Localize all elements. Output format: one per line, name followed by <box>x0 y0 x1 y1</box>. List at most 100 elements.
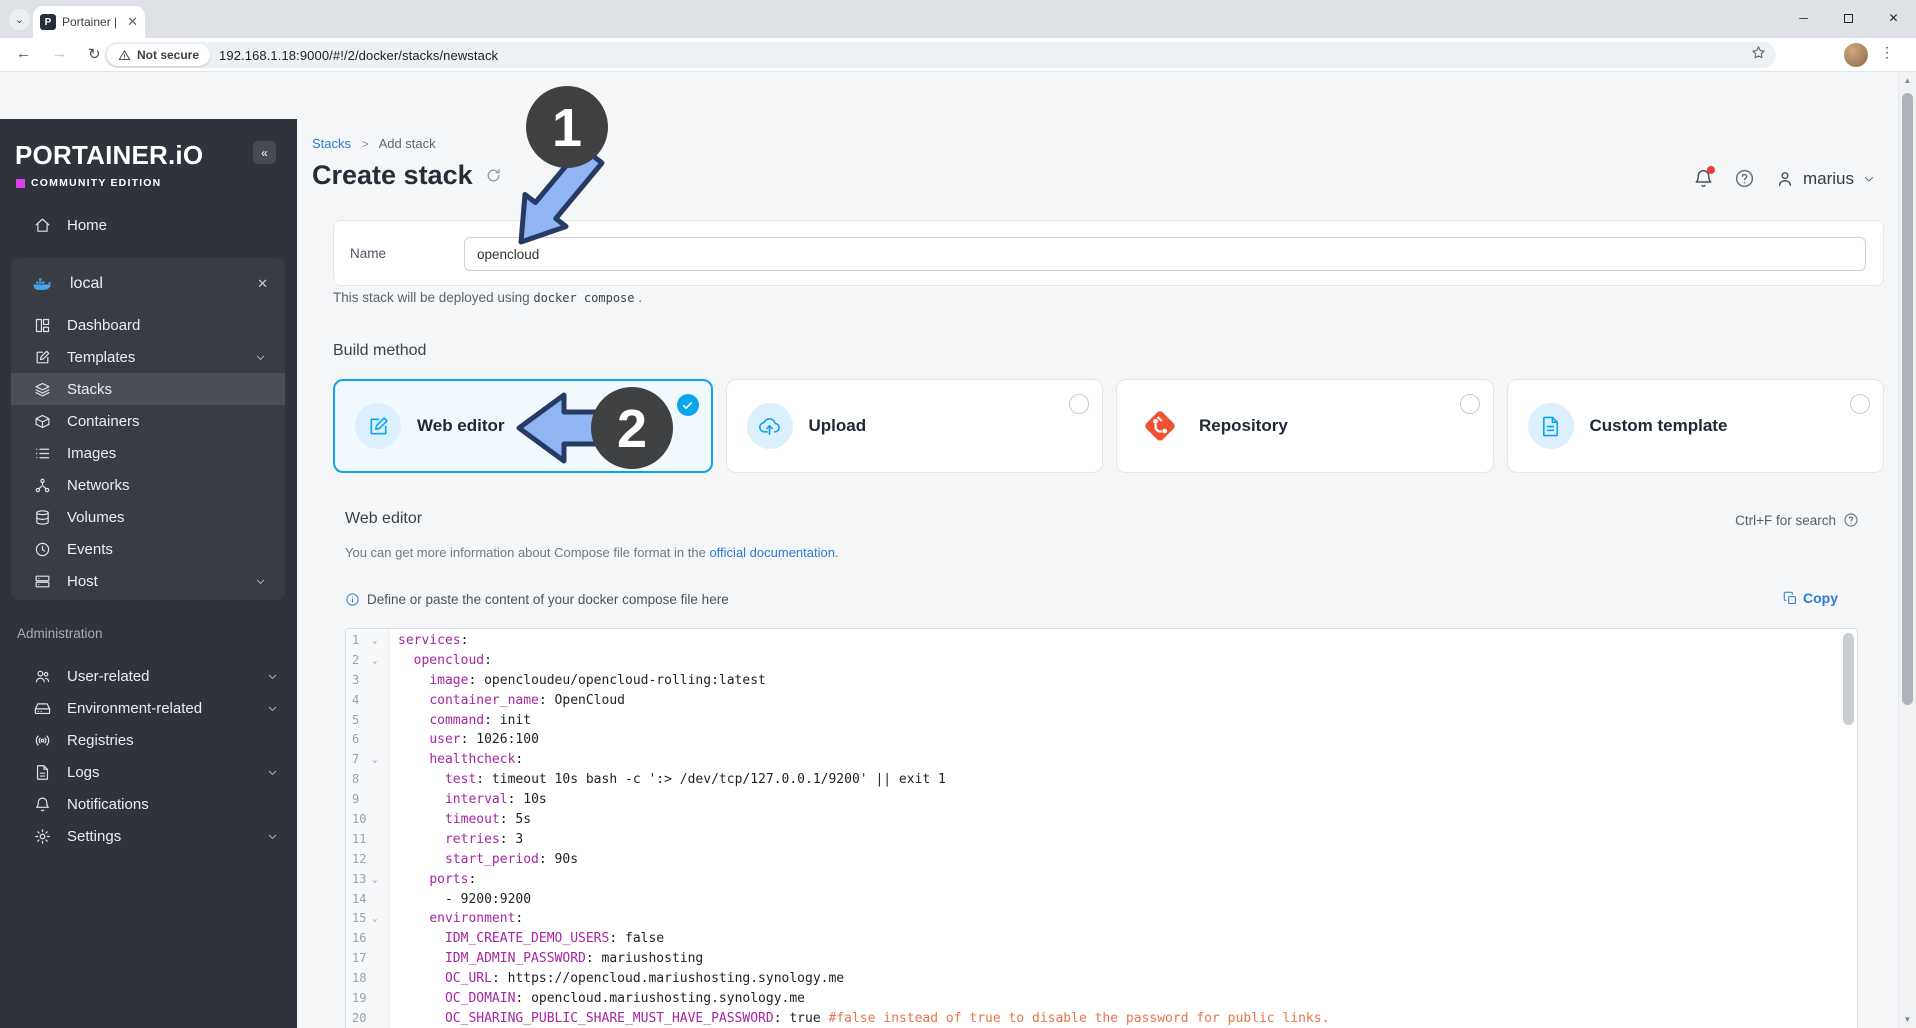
code-line: 5 command: init <box>346 711 1857 731</box>
sidebar-item-home[interactable]: Home <box>0 209 297 241</box>
notifications-bell-icon[interactable] <box>1693 166 1715 189</box>
line-number: 16 <box>352 931 367 946</box>
chevron-down-icon <box>1865 176 1873 182</box>
editor-scrollbar-thumb[interactable] <box>1843 633 1854 725</box>
tab-close-icon[interactable]: ✕ <box>127 14 138 30</box>
portainer-logo: PORTAINER.iO <box>15 140 204 170</box>
fold-arrow-icon[interactable]: ⌄ <box>372 632 377 652</box>
refresh-icon[interactable] <box>485 167 502 184</box>
window-minimize-button[interactable]: ─ <box>1781 0 1826 36</box>
networks-icon <box>35 478 50 492</box>
scroll-down-icon[interactable]: ▼ <box>1899 1015 1916 1024</box>
code-line: 2 ⌄ opencloud: <box>346 651 1857 671</box>
sidebar-item-notifications[interactable]: Notifications <box>0 788 297 820</box>
window-close-button[interactable]: ✕ <box>1871 0 1916 36</box>
sidebar-item-settings[interactable]: Settings <box>0 820 297 852</box>
back-icon[interactable]: ← <box>16 45 31 62</box>
fold-arrow-icon[interactable]: ⌄ <box>372 751 377 771</box>
build-method-repository[interactable]: Repository <box>1116 379 1494 473</box>
line-number: 8 <box>352 772 360 787</box>
help-icon[interactable] <box>1734 168 1755 189</box>
sidebar-item-stacks[interactable]: Stacks <box>11 373 285 405</box>
line-number: 7 <box>352 752 360 767</box>
scroll-up-icon[interactable]: ▲ <box>1899 76 1916 85</box>
logs-icon <box>36 764 49 780</box>
deploy-note: This stack will be deployed using docker… <box>333 290 643 305</box>
stack-name-input[interactable] <box>464 237 1866 271</box>
code-line: 8 test: timeout 10s bash -c ':> /dev/tcp… <box>346 770 1857 790</box>
sidebar-item-logs[interactable]: Logs <box>0 756 297 788</box>
window-maximize-button[interactable] <box>1826 0 1871 36</box>
sidebar-item-dashboard[interactable]: Dashboard <box>11 309 285 341</box>
sidebar-item-images[interactable]: Images <box>11 437 285 469</box>
tab-search-button[interactable]: ⌄ <box>9 9 30 30</box>
edition-square-icon <box>16 178 25 188</box>
line-number: 13 <box>352 871 367 886</box>
images-icon <box>36 448 50 458</box>
compose-code-editor[interactable]: 1 ⌄ services: 2 ⌄ opencloud: 3 image: openclo… <box>345 628 1858 1028</box>
copy-button[interactable]: Copy <box>1783 590 1838 606</box>
fold-arrow-icon[interactable]: ⌄ <box>372 910 377 930</box>
chevron-down-icon <box>266 670 279 683</box>
code-line: 18 OC_URL: https://opencloud.mariushosti… <box>346 969 1857 989</box>
forward-icon[interactable]: → <box>52 45 67 62</box>
address-bar[interactable]: Not secure 192.168.1.18:9000/#!/2/docker… <box>104 42 1776 68</box>
code-line: 19 OC_DOMAIN: opencloud.mariushosting.sy… <box>346 989 1857 1009</box>
build-method-custom-template[interactable]: Custom template <box>1506 379 1884 473</box>
user-menu[interactable]: marius <box>1775 169 1876 189</box>
administration-label: Administration <box>17 626 103 641</box>
search-help-icon[interactable] <box>1843 512 1859 528</box>
sidebar-item-user-related[interactable]: User-related <box>0 660 297 692</box>
breadcrumb-current: Add stack <box>378 136 436 151</box>
sidebar-item-registries[interactable]: Registries <box>0 724 297 756</box>
breadcrumb-stacks-link[interactable]: Stacks <box>312 136 351 151</box>
line-number: 3 <box>352 672 360 687</box>
bookmark-star-icon[interactable] <box>1751 45 1766 65</box>
sidebar-item-events[interactable]: Events <box>11 533 285 565</box>
reload-icon[interactable]: ↻ <box>88 45 101 63</box>
docker-whale-icon <box>31 273 53 295</box>
build-method-options: Web editor Upload Repository Custom templat… <box>333 379 1884 473</box>
page-scrollbar-thumb[interactable] <box>1902 93 1913 705</box>
radio-button[interactable] <box>1459 394 1480 414</box>
selected-check-icon <box>676 394 699 416</box>
sidebar-item-networks[interactable]: Networks <box>11 469 285 501</box>
sidebar-item-templates[interactable]: Templates <box>11 341 285 373</box>
line-number: 5 <box>352 712 360 727</box>
browser-menu-icon[interactable]: ⋮ <box>1880 44 1894 61</box>
line-number: 14 <box>352 891 367 906</box>
environment-header[interactable]: local ✕ <box>11 266 285 302</box>
registries-icon <box>35 735 50 745</box>
sidebar-item-volumes[interactable]: Volumes <box>11 501 285 533</box>
close-icon[interactable]: ✕ <box>257 276 268 292</box>
user-icon <box>1778 171 1792 186</box>
portainer-favicon-icon: P <box>40 14 56 30</box>
web-editor-heading: Web editor <box>345 510 423 527</box>
chevron-down-icon <box>254 351 267 364</box>
browser-tab[interactable]: P Portainer | lo ✕ <box>33 6 145 38</box>
containers-icon <box>35 414 50 428</box>
code-line: 13 ⌄ ports: <box>346 870 1857 890</box>
official-documentation-link[interactable]: official documentation <box>709 545 835 560</box>
git-icon <box>1145 411 1175 441</box>
fold-arrow-icon[interactable]: ⌄ <box>372 871 377 891</box>
page-scrollbar[interactable]: ▲ ▼ <box>1898 72 1916 1028</box>
line-number: 12 <box>352 851 367 866</box>
sidebar-item-containers[interactable]: Containers <box>11 405 285 437</box>
username: marius <box>1802 168 1854 188</box>
notifications-icon <box>36 797 49 811</box>
sidebar-item-host[interactable]: Host <box>11 565 285 597</box>
radio-button[interactable] <box>1069 394 1089 414</box>
breadcrumb-separator: > <box>361 137 369 151</box>
annotation-number-1: 1 <box>552 98 582 158</box>
not-secure-chip[interactable]: Not secure <box>107 44 211 66</box>
fold-arrow-icon[interactable]: ⌄ <box>372 652 377 672</box>
build-method-upload[interactable]: Upload <box>725 379 1103 473</box>
sidebar-item-environment-related[interactable]: Environment-related <box>0 692 297 724</box>
build-method-web-editor[interactable]: Web editor <box>333 379 713 473</box>
radio-button[interactable] <box>1850 394 1870 414</box>
warning-icon <box>118 49 131 60</box>
chevron-down-icon <box>266 702 279 715</box>
browser-profile-avatar[interactable] <box>1844 43 1868 67</box>
sidebar-collapse-button[interactable]: « <box>253 141 276 164</box>
